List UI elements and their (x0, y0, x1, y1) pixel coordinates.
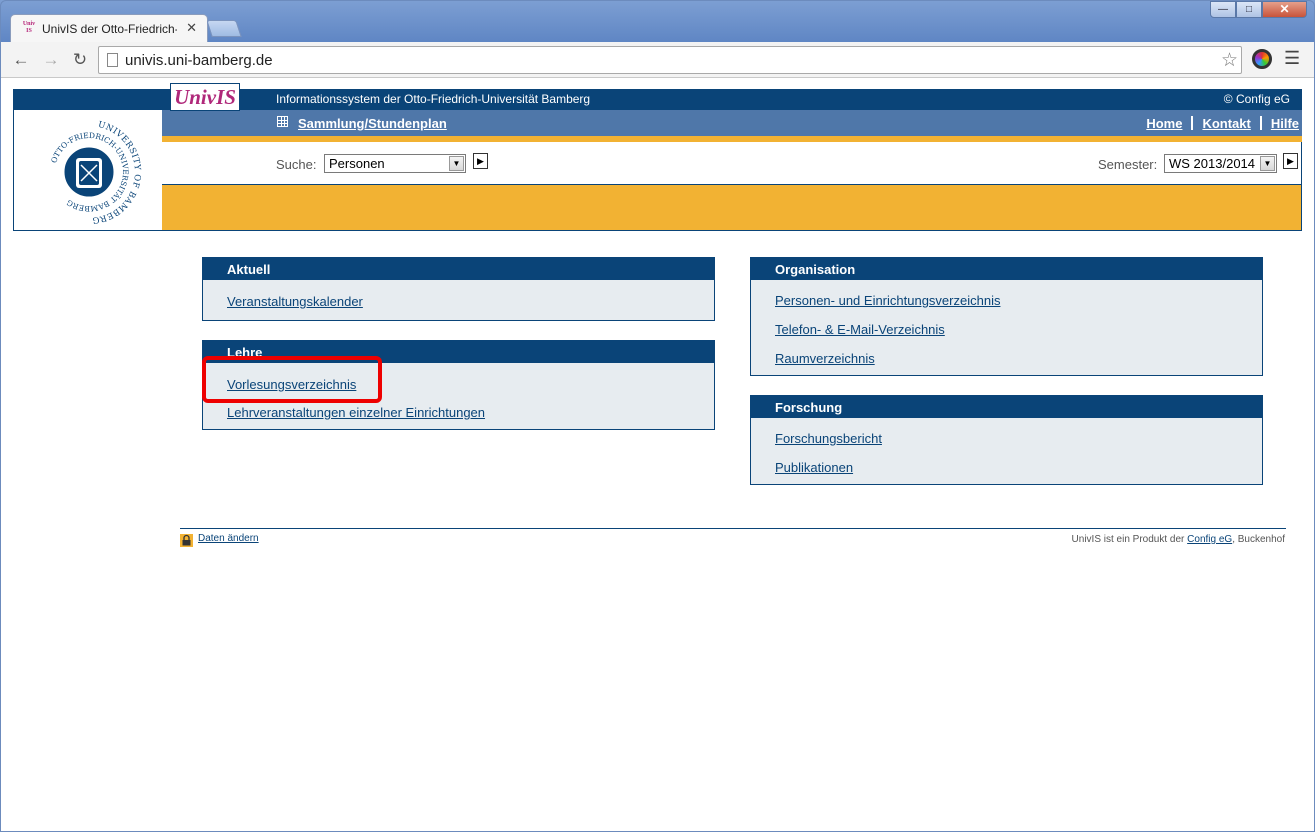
forschungsbericht-link[interactable]: Forschungsbericht (775, 431, 882, 446)
page-icon (107, 53, 118, 67)
new-tab-button[interactable] (206, 20, 242, 37)
copyright-text: © Config eG (1223, 92, 1290, 106)
suche-go-button[interactable]: ▶ (473, 153, 488, 169)
semester-select[interactable]: WS 2013/2014 ▼ (1164, 154, 1277, 173)
footer-location: , Buckenhof (1232, 534, 1285, 545)
timetable-grid-icon (277, 116, 288, 127)
maximize-button[interactable]: □ (1236, 1, 1262, 18)
publikationen-link[interactable]: Publikationen (775, 460, 853, 475)
chevron-down-icon[interactable]: ▼ (1260, 156, 1275, 171)
back-arrow-icon[interactable]: ← (10, 49, 32, 71)
search-bar: Suche: Personen ▼ ▶ Semester: WS 2013/20… (162, 142, 1302, 184)
chevron-down-icon[interactable]: ▼ (449, 156, 464, 171)
minimize-button[interactable]: — (1210, 1, 1236, 18)
extension-icon[interactable] (1252, 49, 1272, 69)
home-link[interactable]: Home (1146, 116, 1182, 131)
header-info-bar: Informationssystem der Otto-Friedrich-Un… (162, 89, 1302, 110)
browser-tab[interactable]: Univ IS UnivIS der Otto-Friedrich- ✕ (10, 14, 208, 42)
univis-favicon-icon: Univ IS (22, 21, 36, 34)
organisation-box-title: Organisation (751, 258, 1262, 280)
forward-arrow-icon[interactable]: → (40, 49, 62, 71)
link-separator (1259, 116, 1262, 130)
header-nav-bar: Sammlung/Stundenplan Home Kontakt Hilfe (162, 110, 1302, 136)
forschung-box-title: Forschung (751, 396, 1262, 418)
personen-einrichtungsverzeichnis-link[interactable]: Personen- und Einrichtungsverzeichnis (775, 293, 1000, 308)
semester-go-button[interactable]: ▶ (1283, 153, 1298, 169)
semester-label: Semester: (1098, 157, 1158, 172)
tab-title: UnivIS der Otto-Friedrich- (42, 22, 177, 36)
suche-select[interactable]: Personen ▼ (324, 154, 466, 173)
page-content: UNIVERSITY OF BAMBERG OTTO-FRIEDRICH-UNI… (1, 79, 1314, 831)
hilfe-link[interactable]: Hilfe (1271, 116, 1299, 131)
raumverzeichnis-link[interactable]: Raumverzeichnis (775, 351, 875, 366)
university-logo-box: UNIVERSITY OF BAMBERG OTTO-FRIEDRICH-UNI… (13, 89, 163, 231)
suche-select-value: Personen (329, 156, 385, 171)
footer-divider (180, 528, 1286, 529)
univis-logo[interactable]: UnivIS (170, 83, 240, 111)
window-controls: — □ ✕ (1210, 1, 1307, 18)
footer-product-text: UnivIS ist ein Produkt der Config eG, Bu… (1072, 534, 1285, 545)
config-eg-link[interactable]: Config eG (1187, 534, 1232, 545)
highlight-annotation (202, 356, 382, 403)
close-tab-icon[interactable]: ✕ (186, 20, 197, 36)
top-links: Home Kontakt Hilfe (1146, 116, 1299, 131)
address-bar[interactable]: univis.uni-bamberg.de ☆ (98, 46, 1242, 74)
aktuell-box-title: Aktuell (203, 258, 714, 280)
forschung-box: Forschung Forschungsbericht Publikatione… (750, 395, 1263, 485)
aktuell-box: Aktuell Veranstaltungskalender (202, 257, 715, 321)
telefon-email-verzeichnis-link[interactable]: Telefon- & E-Mail-Verzeichnis (775, 322, 945, 337)
browser-tab-bar: Univ IS UnivIS der Otto-Friedrich- ✕ — □… (0, 0, 1315, 42)
organisation-box: Organisation Personen- und Einrichtungsv… (750, 257, 1263, 376)
suche-label: Suche: (276, 157, 317, 172)
kontakt-link[interactable]: Kontakt (1202, 116, 1250, 131)
header-gold-band (162, 184, 1302, 231)
semester-select-value: WS 2013/2014 (1169, 156, 1256, 171)
veranstaltungskalender-link[interactable]: Veranstaltungskalender (227, 294, 363, 309)
daten-aendern-link[interactable]: Daten ändern (198, 533, 259, 544)
logo-box-top-bar (14, 90, 162, 110)
footer-product-label: UnivIS ist ein Produkt der (1071, 534, 1185, 545)
browser-toolbar: ← → ↻ univis.uni-bamberg.de ☆ ☰ (0, 42, 1315, 78)
link-separator (1191, 116, 1194, 130)
address-bar-url: univis.uni-bamberg.de (125, 52, 273, 69)
sammlung-stundenplan-link[interactable]: Sammlung/Stundenplan (298, 116, 447, 131)
close-window-button[interactable]: ✕ (1262, 1, 1307, 18)
lock-icon (180, 534, 193, 547)
bookmark-star-icon[interactable]: ☆ (1221, 49, 1238, 72)
reload-icon[interactable]: ↻ (69, 49, 91, 71)
site-info-text: Informationssystem der Otto-Friedrich-Un… (276, 92, 591, 106)
browser-menu-icon[interactable]: ☰ (1284, 48, 1300, 69)
lehrveranstaltungen-einrichtungen-link[interactable]: Lehrveranstaltungen einzelner Einrichtun… (227, 405, 485, 420)
university-seal-icon: UNIVERSITY OF BAMBERG OTTO-FRIEDRICH-UNI… (49, 120, 141, 225)
